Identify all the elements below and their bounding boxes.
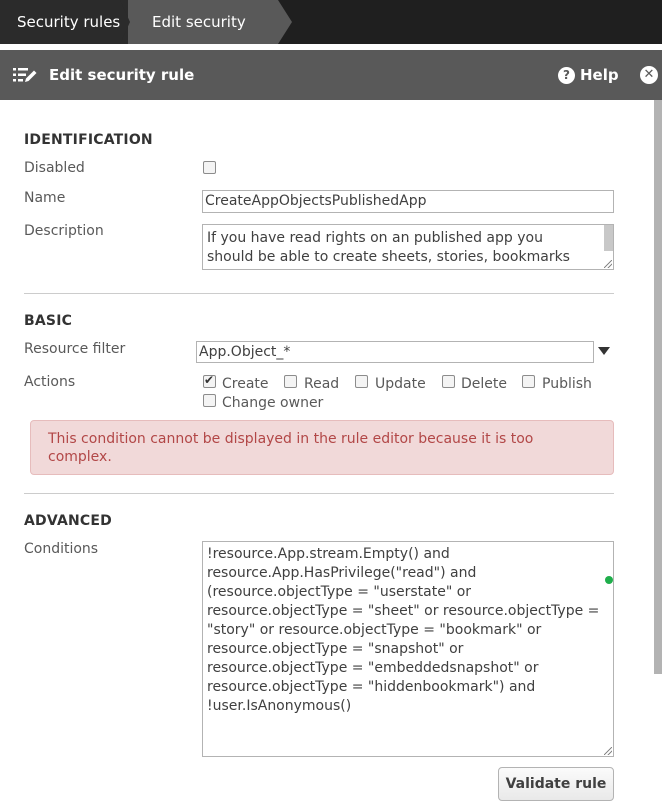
conditions-textarea[interactable]: !resource.App.stream.Empty() and resourc… [202, 541, 614, 757]
edit-list-icon [13, 68, 37, 82]
action-publish-label[interactable]: Publish [542, 376, 592, 392]
description-textarea[interactable]: If you have read rights on an published … [202, 224, 614, 270]
help-button[interactable]: ? Help [558, 64, 619, 86]
breadcrumb-separator [120, 0, 130, 44]
validate-rule-button[interactable]: Validate rule [498, 767, 614, 801]
conditions-label: Conditions [24, 541, 99, 557]
action-create-checkbox[interactable] [203, 373, 216, 388]
dialog-header: Edit security rule ? Help ✕ [0, 50, 662, 100]
breadcrumb-edit-security-rule: Edit security rule [128, 0, 278, 75]
resize-grip-icon[interactable] [604, 747, 612, 755]
dialog-title: Edit security rule [49, 66, 195, 84]
action-read-checkbox[interactable] [284, 375, 297, 388]
status-indicator-dot [605, 576, 613, 584]
help-label: Help [580, 66, 619, 84]
action-publish-checkbox[interactable] [522, 375, 535, 388]
action-read-label[interactable]: Read [304, 376, 339, 392]
breadcrumb-separator [278, 0, 292, 44]
description-label: Description [24, 223, 104, 239]
description-scrollbar[interactable] [604, 225, 613, 251]
action-change-owner-label[interactable]: Change owner [222, 395, 323, 411]
action-update-label[interactable]: Update [375, 376, 426, 392]
action-create-label[interactable]: Create [222, 376, 269, 392]
identification-heading: IDENTIFICATION [24, 132, 153, 148]
breadcrumb-security-rules[interactable]: Security rules [0, 0, 128, 44]
description-text: If you have read rights on an published … [207, 230, 570, 265]
resize-grip-icon[interactable] [604, 260, 612, 268]
resource-filter-input[interactable]: App.Object_* [196, 341, 594, 363]
action-update-checkbox[interactable] [355, 375, 368, 388]
basic-heading: BASIC [24, 313, 73, 329]
advanced-heading: ADVANCED [24, 513, 112, 529]
close-icon[interactable]: ✕ [640, 66, 658, 84]
action-change-owner-checkbox[interactable] [203, 394, 216, 407]
scrollbar[interactable] [654, 100, 662, 674]
name-label: Name [24, 190, 66, 206]
conditions-text: !resource.App.stream.Empty() and resourc… [207, 546, 600, 714]
action-delete-label[interactable]: Delete [461, 376, 507, 392]
help-icon: ? [558, 67, 575, 84]
actions-label: Actions [24, 374, 76, 390]
action-delete-checkbox[interactable] [442, 375, 455, 388]
divider [24, 293, 614, 294]
disabled-label: Disabled [24, 160, 85, 176]
breadcrumb: Security rules Edit security rule [0, 0, 662, 75]
name-input[interactable]: CreateAppObjectsPublishedApp [202, 190, 614, 213]
disabled-checkbox[interactable] [203, 161, 216, 174]
dropdown-arrow-icon[interactable] [598, 347, 610, 355]
resource-filter-label: Resource filter [24, 341, 126, 357]
complex-condition-warning: This condition cannot be displayed in th… [30, 420, 614, 475]
divider [24, 493, 614, 494]
